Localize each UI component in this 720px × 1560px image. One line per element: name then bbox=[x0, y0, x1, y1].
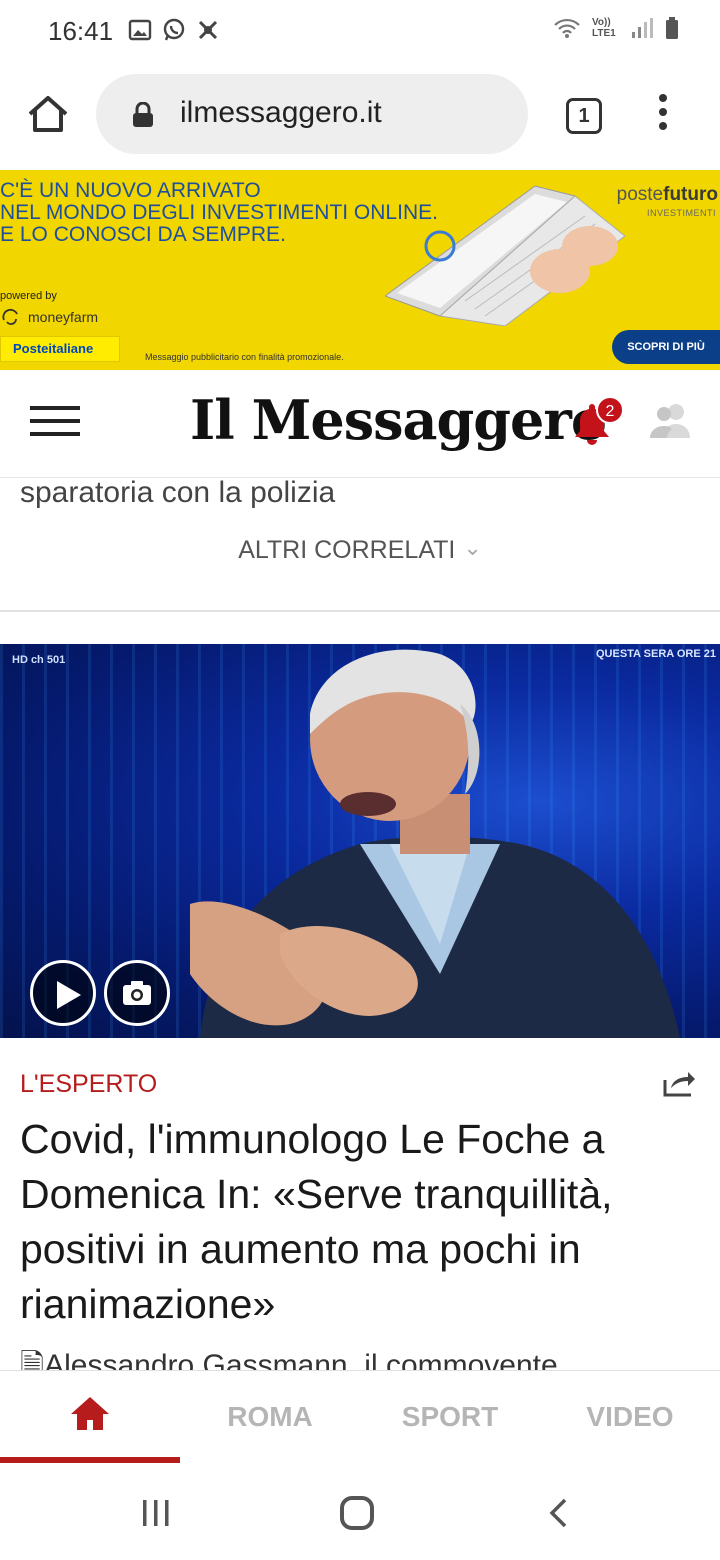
site-logo[interactable]: Il Messaggero bbox=[190, 388, 607, 452]
volte-icon: Vo)) LTE1 bbox=[592, 17, 616, 39]
ad-headline: C'È UN NUOVO ARRIVATO NEL MONDO DEGLI IN… bbox=[0, 179, 438, 246]
poste-italiane-logo: Posteitaliane bbox=[0, 336, 120, 362]
nav-roma[interactable]: ROMA bbox=[180, 1371, 360, 1463]
nav-video[interactable]: VIDEO bbox=[540, 1371, 720, 1463]
camera-icon[interactable] bbox=[104, 960, 170, 1026]
whatsapp-icon bbox=[163, 18, 185, 41]
url-text: ilmessaggero.it bbox=[180, 96, 382, 129]
overflow-menu-icon[interactable] bbox=[656, 94, 670, 138]
browser-toolbar: ilmessaggero.it 1 bbox=[0, 62, 720, 168]
video-thumbnail[interactable]: HD ch 501 QUESTA SERA ORE 21 bbox=[0, 644, 720, 1038]
back-icon[interactable] bbox=[548, 1498, 568, 1528]
ad-powered-by: powered by bbox=[0, 290, 57, 302]
android-nav-bar bbox=[0, 1466, 720, 1560]
document-icon: 🗎 bbox=[20, 1349, 45, 1372]
recents-icon[interactable] bbox=[140, 1498, 172, 1528]
battery-icon bbox=[666, 17, 678, 39]
share-icon[interactable] bbox=[662, 1068, 696, 1098]
game-icon bbox=[198, 20, 218, 40]
notification-badge: 2 bbox=[596, 396, 624, 424]
status-time: 16:41 bbox=[48, 16, 114, 46]
lock-icon bbox=[133, 102, 153, 127]
ad-disclaimer: Messaggio pubblicitario con finalità pro… bbox=[145, 352, 344, 362]
ad-banner[interactable]: C'È UN NUOVO ARRIVATO NEL MONDO DEGLI IN… bbox=[0, 170, 720, 370]
divider bbox=[0, 610, 720, 612]
nav-home[interactable] bbox=[0, 1371, 180, 1463]
laptop-illustration bbox=[385, 185, 625, 326]
article-category[interactable]: L'ESPERTO bbox=[20, 1070, 157, 1099]
nav-sport[interactable]: SPORT bbox=[360, 1371, 540, 1463]
home-icon[interactable] bbox=[26, 92, 70, 136]
signal-icon bbox=[632, 18, 653, 38]
play-icon[interactable] bbox=[30, 960, 96, 1026]
hamburger-menu-icon[interactable] bbox=[30, 406, 80, 440]
article-headline[interactable]: Covid, l'immunologo Le Foche a Domenica … bbox=[20, 1112, 700, 1332]
altri-correlati-label: ALTRI CORRELATI bbox=[238, 536, 456, 564]
home-section-icon bbox=[71, 1397, 109, 1430]
android-home-button[interactable] bbox=[340, 1496, 374, 1530]
active-tab-indicator bbox=[0, 1457, 180, 1463]
related-link[interactable]: sparatoria con la polizia bbox=[20, 476, 335, 510]
user-account-icon[interactable] bbox=[648, 400, 692, 440]
ad-cta-button[interactable]: SCOPRI DI PIÙ bbox=[612, 330, 720, 364]
person-image bbox=[190, 649, 680, 1038]
postefuturo-logo: postefuturo bbox=[616, 184, 718, 205]
related-article-link[interactable]: 🗎Alessandro Gassmann, il commovente bbox=[20, 1346, 700, 1372]
chevron-down-icon: ⌄ bbox=[463, 535, 482, 560]
altri-correlati-toggle[interactable]: ALTRI CORRELATI ⌄ bbox=[0, 535, 720, 565]
wifi-icon bbox=[554, 18, 580, 38]
section-nav: ROMA SPORT VIDEO bbox=[0, 1370, 720, 1466]
tab-switcher-button[interactable]: 1 bbox=[566, 98, 602, 134]
moneyfarm-icon bbox=[2, 308, 18, 325]
postefuturo-sub: INVESTIMENTI bbox=[646, 208, 716, 218]
moneyfarm-logo: moneyfarm bbox=[2, 308, 98, 326]
image-icon bbox=[128, 19, 152, 41]
video-channel-label: HD ch 501 bbox=[12, 654, 66, 666]
site-header: Il Messaggero 2 bbox=[0, 370, 720, 478]
status-bar: 16:41 Vo)) LTE1 bbox=[0, 0, 720, 62]
address-bar[interactable]: ilmessaggero.it bbox=[96, 74, 528, 154]
